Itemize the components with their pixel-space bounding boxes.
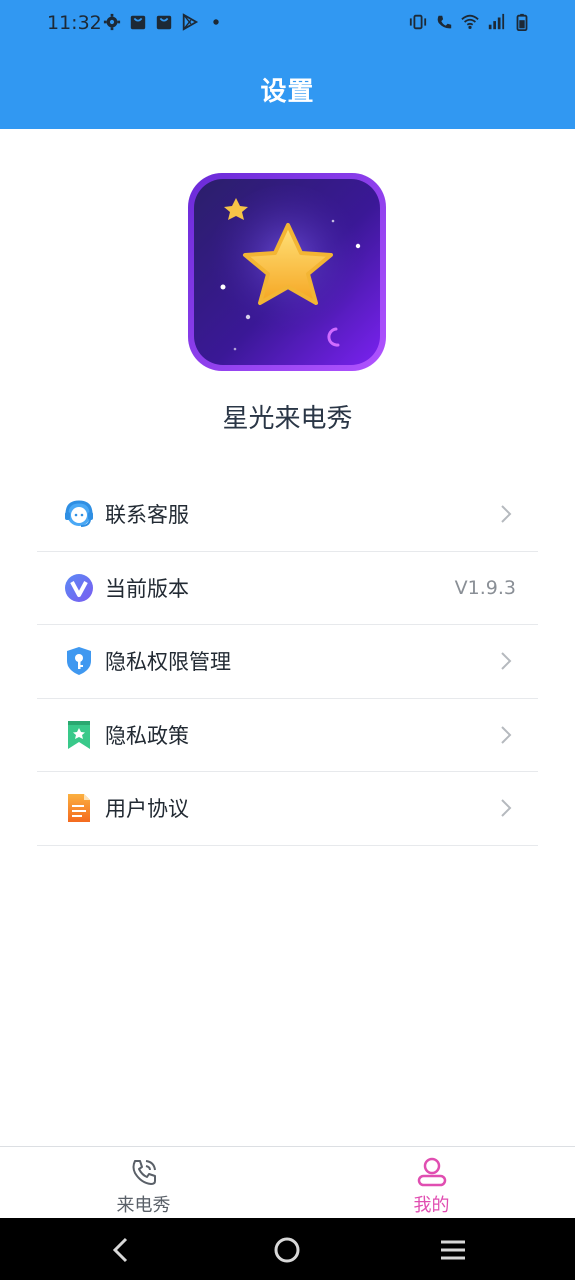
menu-item-label: 联系客服 [105, 503, 189, 528]
status-right-icons [409, 13, 531, 31]
app-header: 11:32 设置 [0, 0, 575, 129]
chevron-right-icon [501, 652, 512, 670]
shopping-bag-icon [156, 15, 172, 30]
phone-icon [132, 1160, 156, 1185]
chevron-right-icon [501, 505, 512, 523]
chevron-right-icon [501, 799, 512, 817]
wifi-icon [461, 14, 479, 30]
user-icon [417, 1157, 446, 1187]
version-value: V1.9.3 [454, 576, 516, 599]
version-icon [65, 573, 93, 602]
status-bar: 11:32 [0, 0, 575, 48]
document-icon [68, 794, 90, 823]
back-icon[interactable] [106, 1234, 138, 1266]
tab-label: 我的 [413, 1195, 450, 1216]
menu-item-customer-service[interactable]: 联系客服 [37, 478, 538, 552]
menu-item-privacy-permissions[interactable]: 隐私权限管理 [37, 625, 538, 699]
signal-icon [488, 13, 505, 30]
customer-service-icon [65, 500, 93, 528]
status-time: 11:32 [47, 12, 102, 34]
bottom-tab-bar: 来电秀 我的 [0, 1146, 575, 1218]
system-nav-bar [0, 1218, 575, 1280]
tab-mine[interactable]: 我的 [288, 1147, 575, 1219]
menu-item-version[interactable]: 当前版本 V1.9.3 [37, 552, 538, 625]
bookmark-star-icon [68, 720, 90, 749]
menu-item-label: 隐私政策 [105, 723, 189, 748]
status-left-icons [103, 13, 225, 31]
star-app-icon [188, 173, 386, 371]
battery-icon [516, 13, 528, 31]
tab-label: 来电秀 [116, 1195, 171, 1216]
shopping-bag-icon [130, 15, 146, 30]
chevron-right-icon [501, 726, 512, 744]
menu-item-user-agreement[interactable]: 用户协议 [37, 772, 538, 846]
page-title: 设置 [260, 77, 315, 107]
dot-icon [213, 19, 219, 25]
shield-key-icon [67, 647, 91, 676]
menu-item-label: 用户协议 [105, 797, 189, 822]
menu-item-label: 隐私权限管理 [105, 650, 231, 675]
recents-icon[interactable] [437, 1234, 469, 1266]
menu-item-label: 当前版本 [105, 576, 189, 601]
home-icon[interactable] [271, 1234, 303, 1266]
tab-call-show[interactable]: 来电秀 [0, 1147, 287, 1219]
vibrate-icon [409, 14, 427, 30]
settings-icon [103, 13, 121, 31]
menu-item-privacy-policy[interactable]: 隐私政策 [37, 699, 538, 772]
settings-menu: 联系客服 当前版本 V1.9.3 隐私权限管理 隐私政策 用户协议 [37, 478, 538, 846]
wifi-calling-icon [437, 15, 452, 29]
play-store-icon [182, 13, 199, 31]
app-name: 星光来电秀 [222, 404, 353, 434]
